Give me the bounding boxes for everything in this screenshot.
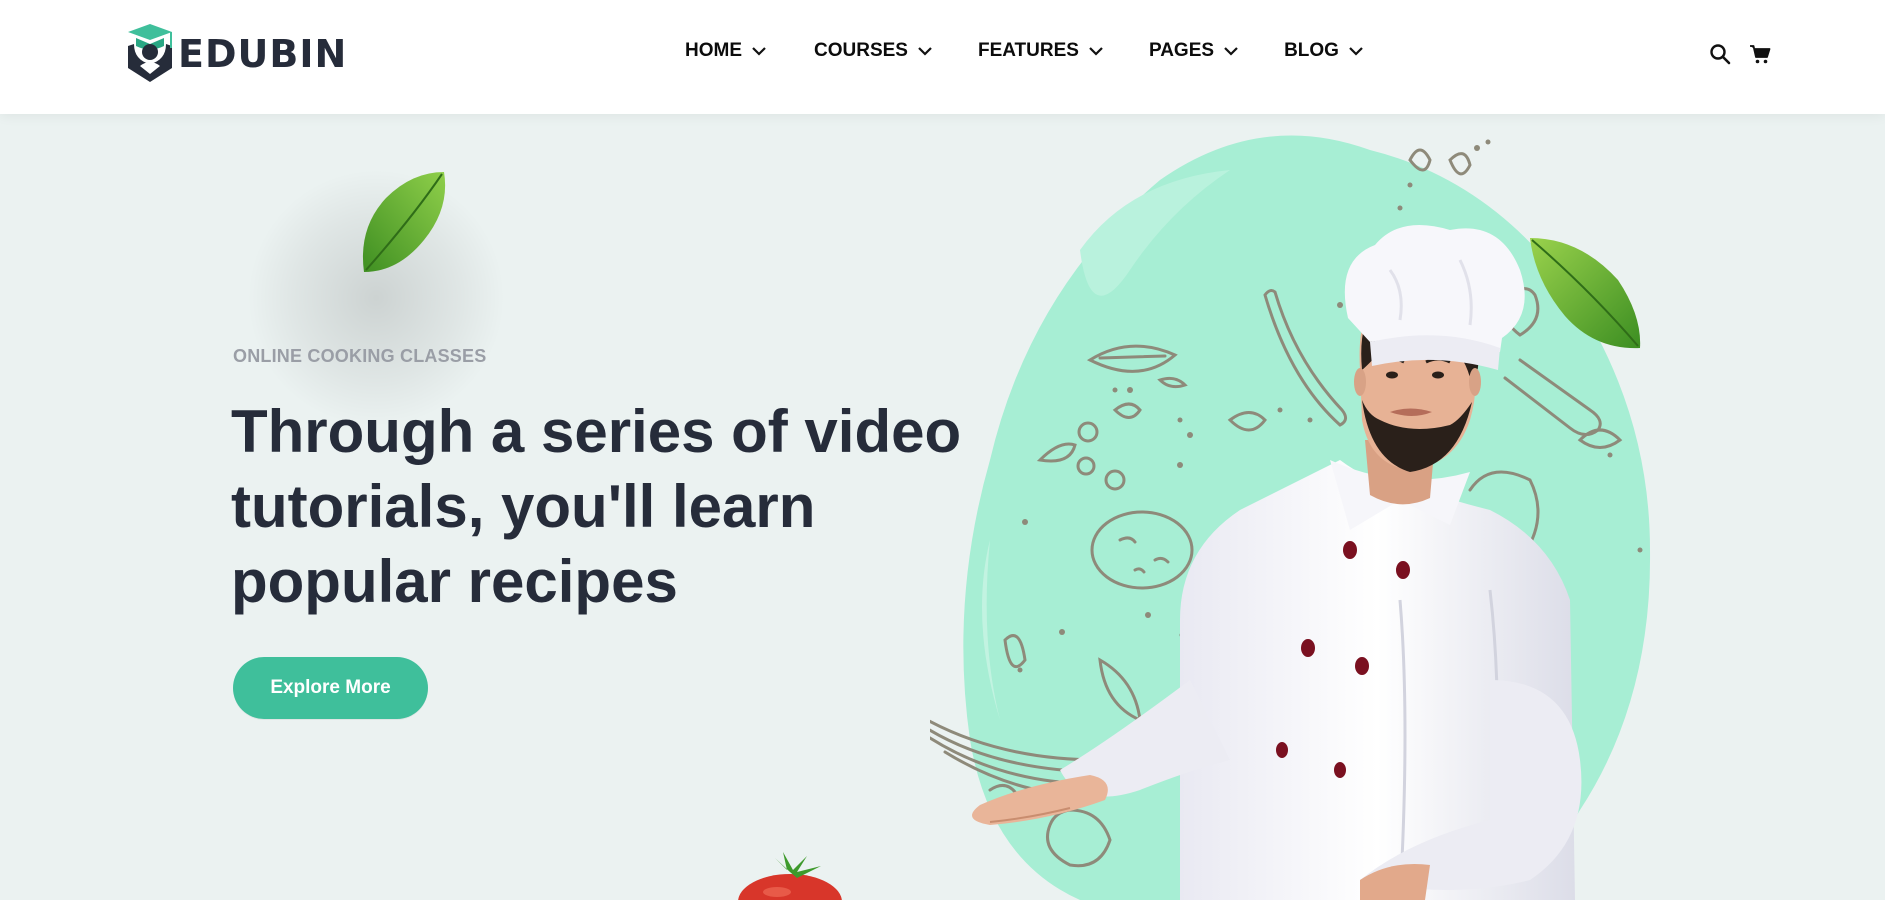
nav-item-label: HOME: [685, 40, 742, 61]
site-header: EDUBIN HOME COURSES FEATURES PAGES BLOG: [0, 0, 1885, 114]
nav-item-label: PAGES: [1148, 40, 1215, 61]
nav-item-label: COURSES: [814, 40, 908, 61]
explore-more-button[interactable]: Explore More: [233, 657, 428, 719]
chevron-down-icon: [1349, 46, 1363, 56]
logo-text: EDUBIN: [178, 32, 348, 76]
cart-icon[interactable]: [1749, 43, 1771, 70]
headline-line: popular recipes: [231, 548, 678, 615]
graduate-logo-icon: [128, 24, 172, 82]
nav-item-label: BLOG: [1284, 40, 1339, 61]
tomato-image: [738, 852, 842, 900]
nav-item-label: FEATURES: [977, 40, 1079, 61]
nav-item-blog[interactable]: BLOG: [1284, 40, 1363, 62]
nav-item-home[interactable]: HOME: [685, 40, 766, 62]
chevron-down-icon: [752, 46, 766, 56]
basil-leaf-image: [362, 172, 446, 272]
search-icon[interactable]: [1709, 43, 1731, 70]
chevron-down-icon: [1089, 46, 1103, 56]
hero-headline: Through a series of video tutorials, you…: [231, 394, 991, 619]
chef-hero-image: [930, 135, 1651, 900]
headline-line: tutorials, you'll learn: [231, 473, 816, 540]
hero-eyebrow: ONLINE COOKING CLASSES: [233, 346, 487, 366]
nav-item-pages[interactable]: PAGES: [1149, 40, 1238, 62]
chevron-down-icon: [1224, 46, 1238, 56]
main-nav: HOME COURSES FEATURES PAGES BLOG: [685, 40, 1409, 62]
headline-line: Through a series of video: [231, 398, 962, 465]
logo[interactable]: EDUBIN: [122, 22, 347, 84]
nav-item-features[interactable]: FEATURES: [978, 40, 1103, 62]
nav-item-courses[interactable]: COURSES: [814, 40, 932, 62]
header-actions: [1709, 43, 1789, 70]
chevron-down-icon: [918, 46, 932, 56]
